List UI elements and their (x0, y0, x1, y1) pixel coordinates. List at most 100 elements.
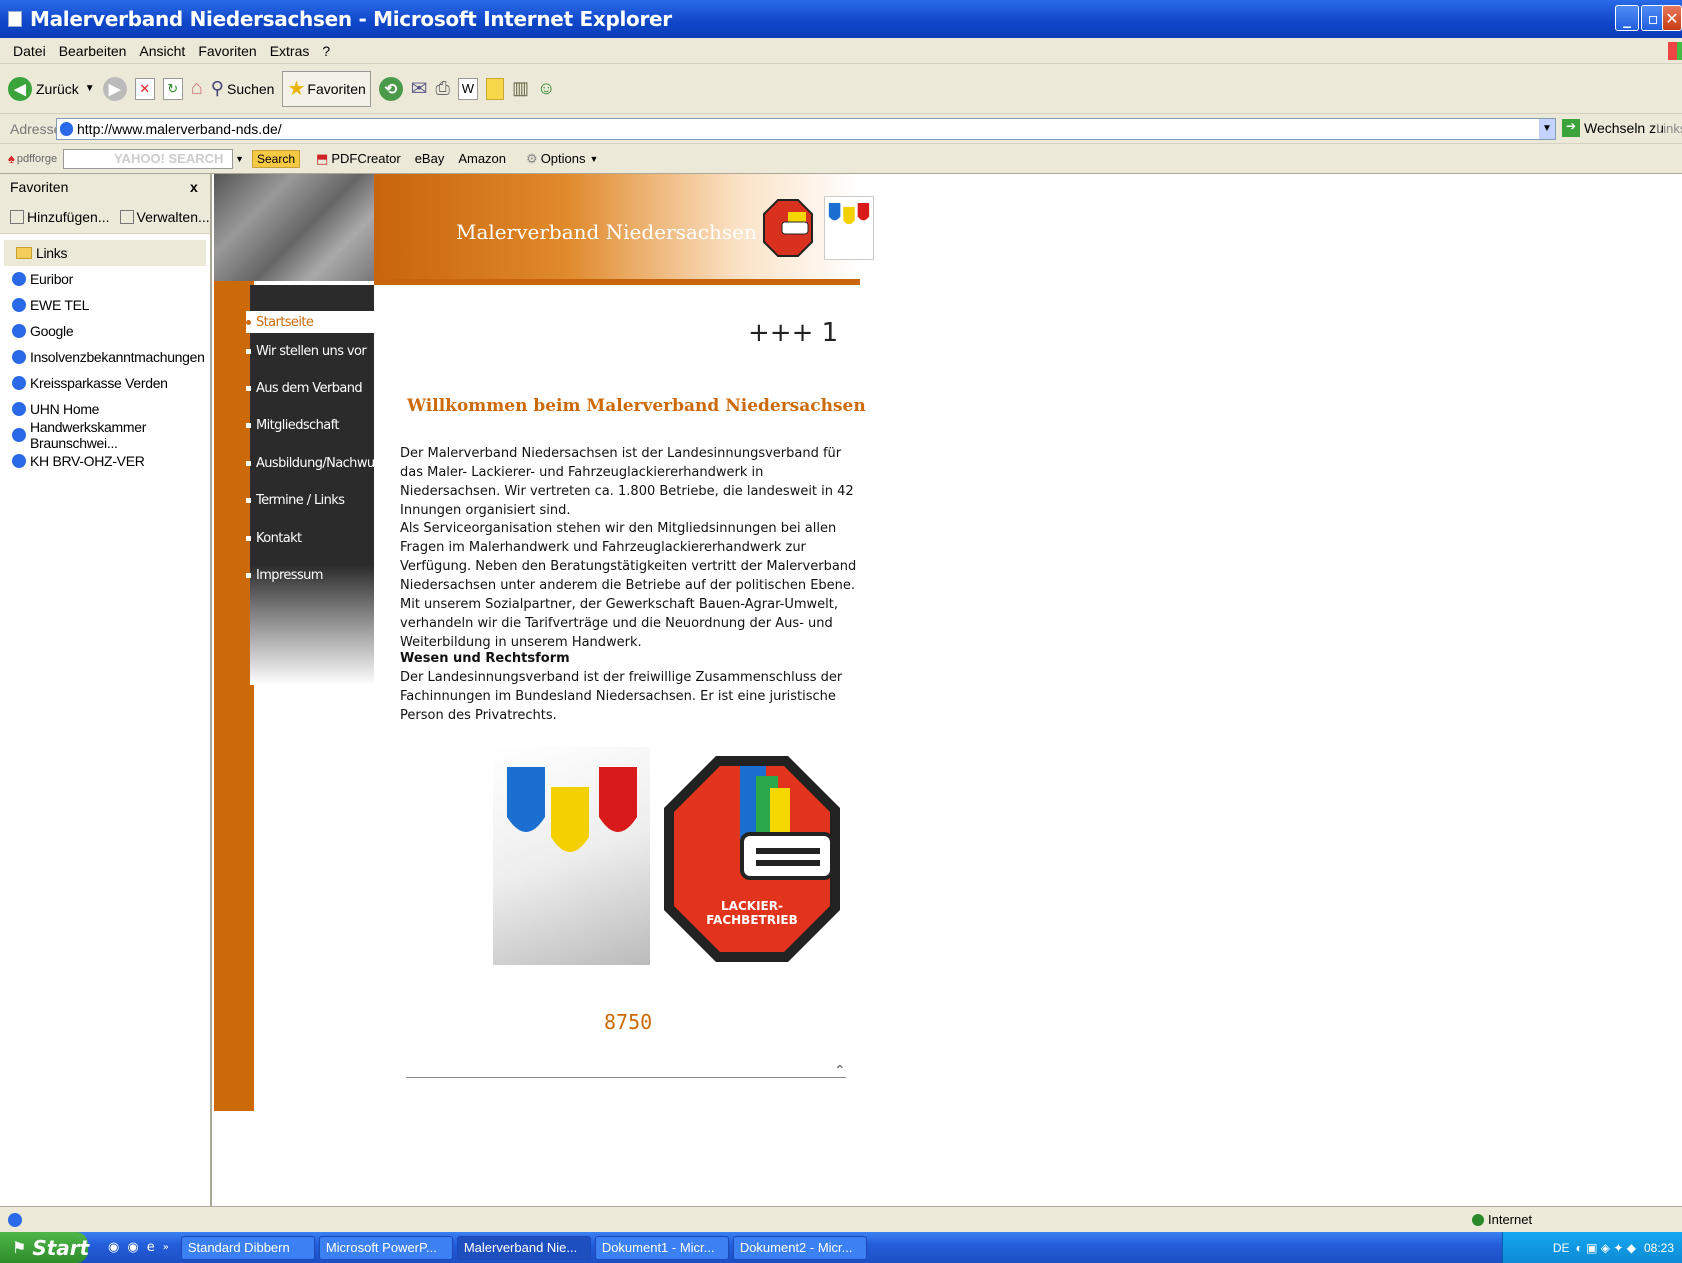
quick-launch-more-icon[interactable]: » (163, 1242, 169, 1253)
lackier-fachbetrieb-logo: LACKIER- FACHBETRIEB (664, 756, 840, 962)
favorites-button[interactable]: ★ Favoriten (282, 70, 371, 107)
page-icon (60, 122, 73, 136)
back-button[interactable]: ◀ Zurück ▼ (8, 76, 95, 101)
menu-bearbeiten[interactable]: Bearbeiten (59, 43, 127, 59)
go-arrow-icon: ➔ (1562, 119, 1580, 137)
print-button[interactable]: ⎙ (436, 78, 450, 99)
nav-impressum[interactable]: Impressum (246, 564, 323, 586)
window-title-bar: Malerverband Niedersachsen - Microsoft I… (0, 0, 1682, 38)
home-icon: ⌂ (190, 77, 203, 99)
menu-favoriten[interactable]: Favoriten (198, 43, 256, 59)
nav-ausbildung[interactable]: Ausbildung/Nachwuchs (246, 452, 395, 474)
ebay-link[interactable]: eBay (415, 151, 445, 166)
home-button[interactable]: ⌂ (191, 77, 203, 100)
footer-divider (406, 1077, 846, 1078)
bullet-icon (246, 535, 251, 541)
task-standard-dibbern[interactable]: Standard Dibbern (180, 1235, 315, 1260)
favorite-item[interactable]: Euribor (0, 266, 210, 292)
task-dokument2[interactable]: Dokument2 - Micr... (732, 1235, 867, 1260)
internet-zone-icon (1472, 1213, 1484, 1226)
nav-termine-links[interactable]: Termine / Links (246, 489, 345, 511)
clock[interactable]: 08:23 (1644, 1241, 1674, 1255)
language-indicator[interactable]: DE (1553, 1241, 1570, 1255)
print-icon: ⎙ (435, 78, 450, 98)
links-label[interactable]: Links (1656, 121, 1682, 136)
pdfcreator-link[interactable]: PDFCreator (331, 151, 400, 166)
menu-extras[interactable]: Extras (270, 43, 310, 59)
tray-icons[interactable]: ◐ ▣ ◈ ✦ ◆ (1576, 1241, 1636, 1255)
history-button[interactable]: ⟲ (378, 76, 403, 101)
amazon-link[interactable]: Amazon (458, 151, 506, 166)
address-dropdown-icon[interactable]: ▼ (1539, 119, 1555, 139)
forward-button[interactable]: ▶ (102, 76, 127, 101)
start-button[interactable]: ⚑ Start (0, 1232, 90, 1263)
address-url: http://www.malerverband-nds.de/ (77, 121, 282, 137)
guild-flags-image (493, 747, 650, 965)
research-button[interactable]: ▥ (512, 78, 529, 99)
nav-startseite[interactable]: Startseite (246, 311, 374, 333)
yahoo-search-input[interactable]: YAHOO! SEARCH (63, 148, 234, 169)
close-button[interactable]: ✕ (1662, 5, 1682, 31)
address-bar: Adresse http://www.malerverband-nds.de/ … (0, 114, 1682, 144)
quick-launch-icon[interactable]: ◉ (108, 1240, 119, 1255)
favorite-item[interactable]: EWE TEL (0, 292, 210, 318)
favorite-item[interactable]: Google (0, 318, 210, 344)
task-malerverband[interactable]: Malerverband Nie... (456, 1235, 591, 1260)
nav-wir-stellen-uns-vor[interactable]: Wir stellen uns vor (246, 340, 367, 362)
pdf-icon: ⬒ (316, 150, 329, 166)
ie-page-icon (12, 376, 26, 390)
address-input[interactable]: http://www.malerverband-nds.de/ ▼ (56, 118, 1556, 140)
ie-window-icon (8, 11, 22, 27)
start-label: Start (32, 1235, 90, 1260)
favorites-header: Favoriten x (0, 174, 210, 200)
nav-mitgliedschaft[interactable]: Mitgliedschaft (246, 414, 339, 436)
mail-button[interactable]: ✉ (411, 76, 428, 101)
favorites-folder-links[interactable]: Links (4, 240, 206, 266)
notes-button[interactable] (485, 77, 504, 100)
minimize-button[interactable]: _ (1615, 5, 1639, 31)
search-icon: ⚲ (210, 78, 224, 98)
mail-icon: ✉ (410, 78, 428, 100)
task-powerpoint[interactable]: Microsoft PowerP... (318, 1235, 453, 1260)
pdfforge-logo-icon: ♠ (8, 151, 15, 166)
favorite-item[interactable]: KH BRV-OHZ-VER (0, 448, 210, 474)
ie-page-icon (12, 272, 26, 286)
favorite-item[interactable]: Insolvenzbekanntmachungen (0, 344, 210, 370)
visitor-counter: 8750 (604, 1010, 653, 1034)
favorite-item[interactable]: Handwerkskammer Braunschwei... (0, 419, 210, 451)
nav-kontakt[interactable]: Kontakt (246, 527, 302, 549)
manage-favorites-button[interactable]: Verwalten... (137, 209, 210, 225)
task-dokument1[interactable]: Dokument1 - Micr... (594, 1235, 729, 1260)
go-label: Wechseln zu (1584, 120, 1664, 136)
intro-paragraph: Der Malerverband Niedersachsen ist der L… (400, 446, 854, 518)
menu-ansicht[interactable]: Ansicht (139, 43, 185, 59)
add-favorite-button[interactable]: Hinzufügen... (27, 209, 110, 225)
task-label: Dokument1 - Micr... (601, 1240, 715, 1255)
quick-launch-icon[interactable]: ◉ (127, 1240, 138, 1255)
guild-flags-graphic (507, 767, 637, 852)
favorites-close-button[interactable]: x (190, 179, 198, 195)
search-button[interactable]: ⚲ Suchen (211, 78, 275, 99)
ie-page-icon (12, 428, 26, 442)
nav-aus-dem-verband[interactable]: Aus dem Verband (246, 377, 363, 399)
stop-button[interactable]: ✕ (134, 77, 155, 100)
messenger-button[interactable]: ☺ (537, 78, 555, 99)
options-button[interactable]: Options (541, 151, 586, 166)
bullet-icon (246, 497, 251, 503)
quick-launch-ie-icon[interactable]: e (147, 1240, 155, 1255)
go-button[interactable]: ➔ Wechseln zu (1562, 119, 1664, 137)
yahoo-search-button[interactable]: Search (252, 149, 301, 168)
menu-datei[interactable]: Datei (13, 43, 46, 59)
options-dropdown-icon[interactable]: ▼ (590, 154, 599, 164)
edit-button[interactable]: W (457, 77, 478, 100)
scroll-top-icon[interactable]: ⌃ (834, 1063, 846, 1079)
nav-label: Mitgliedschaft (256, 417, 339, 433)
menu-help[interactable]: ? (322, 43, 330, 59)
favorite-item[interactable]: Kreissparkasse Verden (0, 370, 210, 396)
search-dropdown-icon[interactable]: ▼ (235, 154, 244, 164)
favorite-label: Insolvenzbekanntmachungen (30, 349, 205, 365)
back-label: Zurück (36, 80, 79, 97)
bullet-icon (246, 385, 251, 391)
favorite-label: EWE TEL (30, 297, 90, 313)
refresh-button[interactable]: ↻ (162, 77, 183, 100)
